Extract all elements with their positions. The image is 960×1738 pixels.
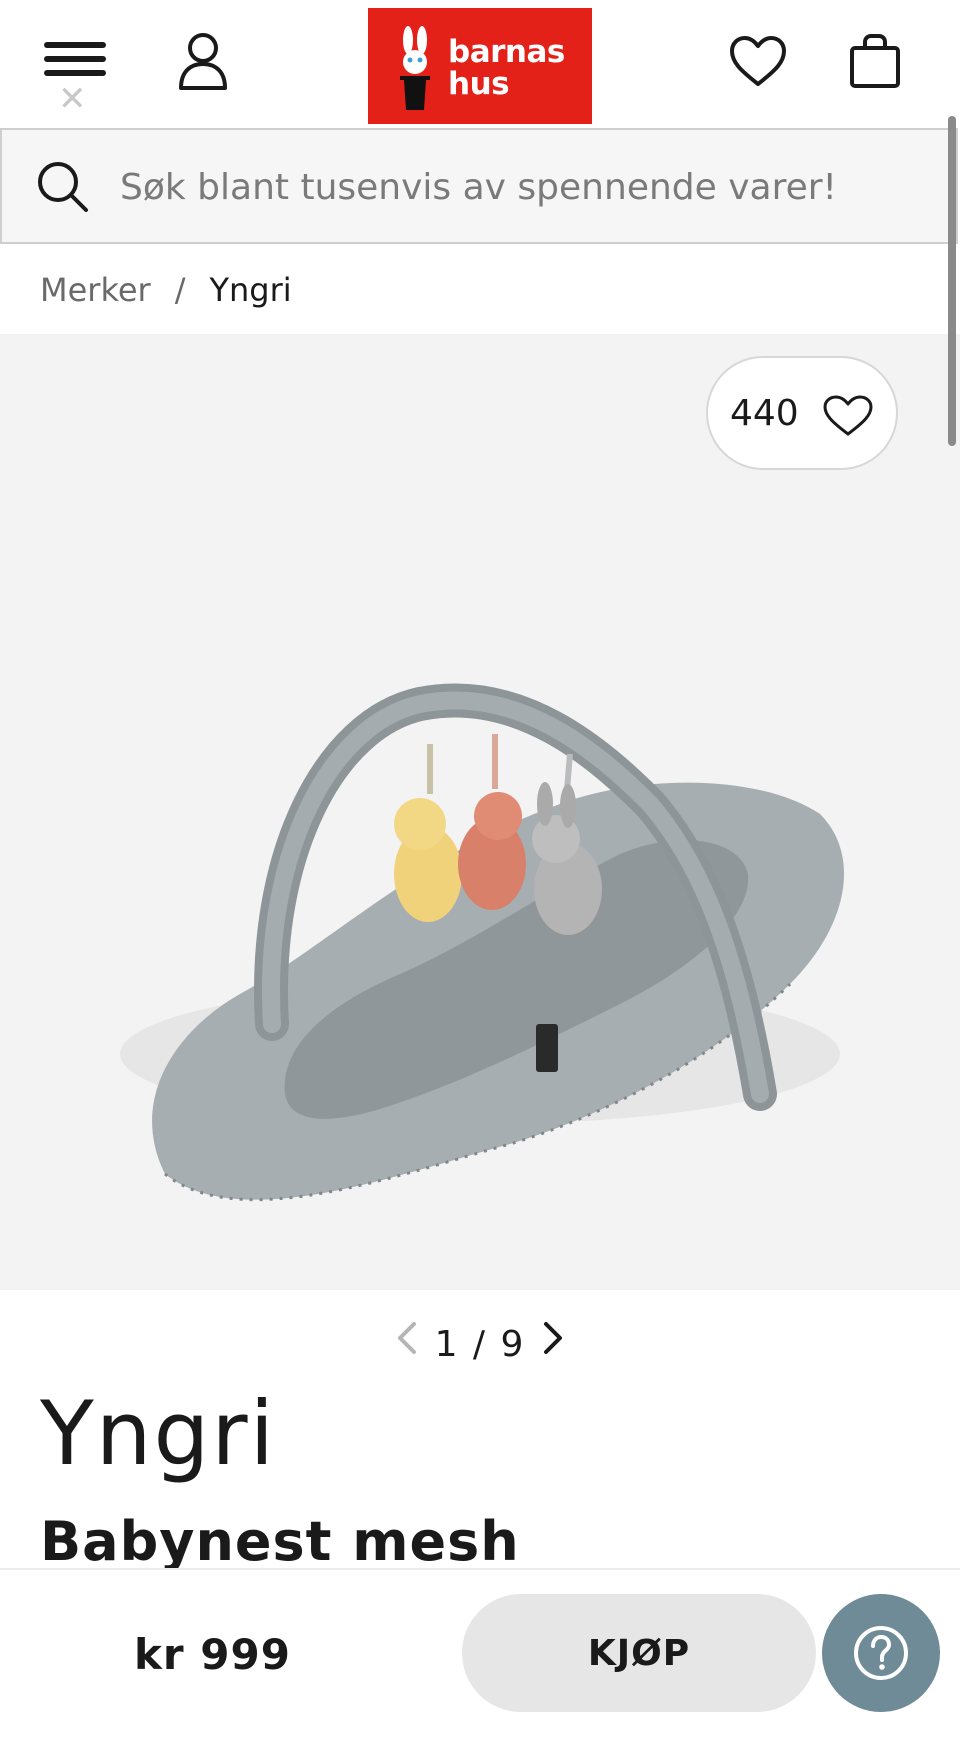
breadcrumb: Merker / Yngri [40, 268, 292, 312]
logo-text-line2: hus [448, 66, 510, 102]
help-icon [854, 1626, 908, 1680]
site-header: ✕ barnas hus [0, 0, 960, 126]
page-scrollbar[interactable] [948, 116, 956, 446]
chevron-left-icon [397, 1322, 416, 1354]
search-icon[interactable] [36, 160, 90, 214]
menu-icon [44, 42, 106, 48]
help-button[interactable] [822, 1594, 940, 1712]
next-image-button[interactable] [539, 1319, 569, 1371]
chevron-right-icon [544, 1322, 563, 1354]
heart-icon [823, 395, 873, 436]
purchase-bar: kr 999 KJØP [0, 1568, 960, 1738]
close-icon: ✕ [58, 79, 87, 119]
product-image [120, 683, 845, 1202]
heart-icon [730, 36, 786, 86]
search-bar [0, 128, 958, 244]
like-button[interactable]: 440 [706, 356, 898, 470]
user-icon [179, 33, 227, 90]
brand-logo[interactable]: Yngri [40, 1384, 276, 1484]
product-price: kr 999 [134, 1630, 291, 1679]
cart-button[interactable] [848, 32, 902, 90]
shopping-bag-icon [850, 34, 900, 88]
wishlist-button[interactable] [728, 34, 788, 90]
breadcrumb-item-merker[interactable]: Merker [40, 271, 151, 309]
pager-label: 1 / 9 [434, 1324, 526, 1365]
breadcrumb-item-current: Yngri [209, 271, 292, 309]
product-gallery[interactable]: 440 [0, 334, 960, 1290]
breadcrumb-separator: / [174, 271, 186, 309]
image-pager: 1 / 9 [0, 1318, 960, 1370]
account-button[interactable] [176, 30, 230, 92]
logo-text-line1: barnas [448, 34, 565, 70]
like-count: 440 [730, 393, 799, 434]
bunny-logo-icon [400, 26, 430, 110]
search-input[interactable] [120, 156, 920, 218]
buy-button[interactable]: KJØP [462, 1594, 816, 1712]
menu-button[interactable]: ✕ [44, 42, 108, 119]
site-logo[interactable]: barnas hus [368, 8, 592, 124]
product-title: Babynest mesh [40, 1510, 520, 1573]
previous-image-button[interactable] [391, 1319, 421, 1371]
